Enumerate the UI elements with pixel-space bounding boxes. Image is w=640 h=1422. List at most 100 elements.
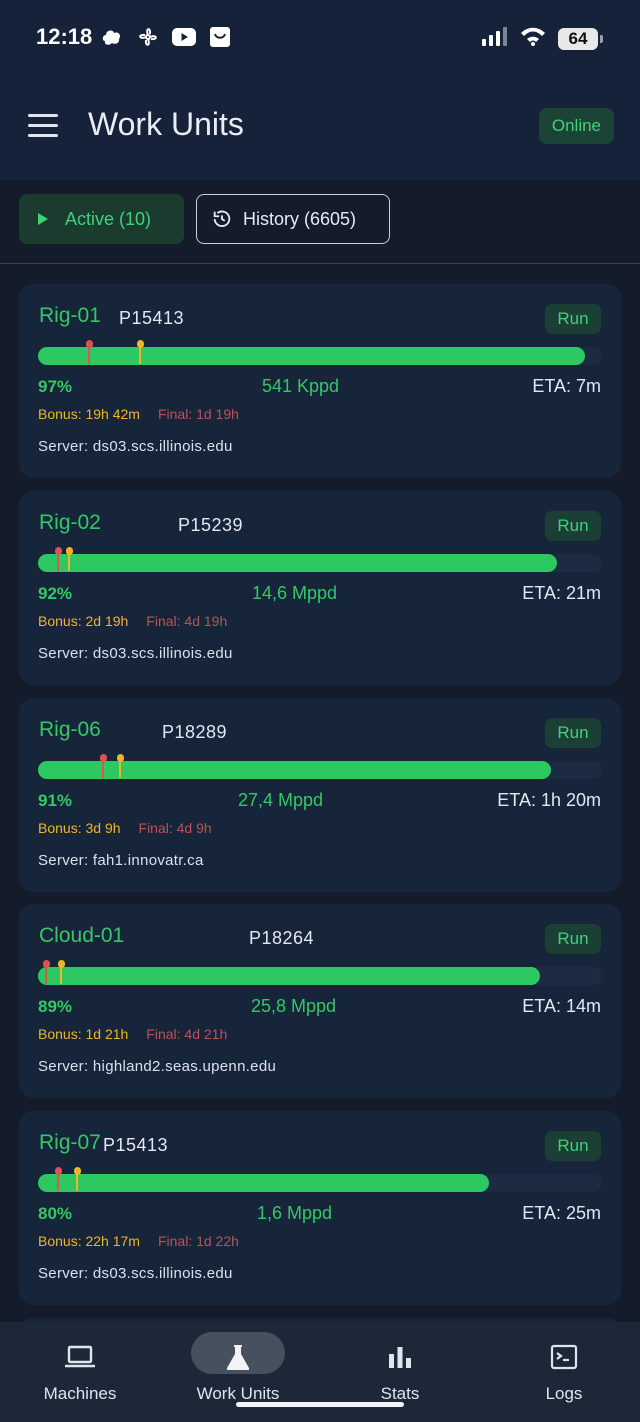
ppd-value: 1,6 Mppd — [257, 1203, 333, 1223]
hamburger-menu-icon[interactable] — [28, 114, 60, 138]
bonus-time: Bonus: 19h 42m — [38, 406, 140, 422]
bonus-deadline-marker — [136, 340, 144, 364]
tab-active-label: Active (10) — [65, 208, 152, 229]
progress-fill — [38, 347, 586, 365]
machine-name: Rig-07 — [39, 1131, 101, 1154]
work-unit-tabs: Active (10) History (6605) — [0, 180, 640, 264]
nav-item-machines[interactable]: Machines — [0, 1322, 160, 1422]
shopping-bag-icon — [208, 26, 232, 48]
nav-label: Logs — [545, 1384, 583, 1403]
final-deadline-marker — [99, 754, 107, 778]
state-badge: Run — [545, 924, 601, 954]
status-app-icons — [100, 26, 232, 48]
machine-name: Rig-06 — [39, 718, 101, 741]
nav-item-work-units[interactable]: Work Units — [158, 1322, 318, 1422]
laptop-icon — [60, 1340, 100, 1374]
progress-percent: 92% — [38, 584, 73, 603]
progress-bar — [38, 960, 602, 985]
bonus-time: Bonus: 1d 21h — [38, 1026, 129, 1042]
final-time: Final: 4d 21h — [146, 1026, 228, 1042]
final-deadline-marker — [54, 1167, 62, 1191]
final-deadline-marker — [54, 547, 62, 571]
eta-value: ETA: 21m — [522, 583, 601, 603]
project-id: P15413 — [103, 1135, 169, 1155]
work-unit-card[interactable]: Rig-01 P15413 Run 97% 541 Kppd ETA: 7m B… — [19, 284, 621, 478]
eta-value: ETA: 7m — [532, 376, 601, 396]
state-badge: Run — [545, 1131, 601, 1161]
deadline-row: Bonus: 3d 9h Final: 4d 9h — [38, 820, 212, 836]
state-badge: Run — [545, 304, 601, 334]
wifi-icon — [520, 26, 546, 51]
terminal-icon — [544, 1340, 584, 1374]
deadline-row: Bonus: 19h 42m Final: 1d 19h — [38, 406, 239, 422]
server-address: Server: highland2.seas.upenn.edu — [38, 1058, 277, 1075]
server-address: Server: ds03.scs.illinois.edu — [38, 645, 233, 662]
server-address: Server: ds03.scs.illinois.edu — [38, 438, 233, 455]
project-id: P18289 — [162, 722, 228, 742]
history-icon — [213, 210, 231, 228]
project-id: P18264 — [249, 928, 315, 948]
state-badge: Run — [545, 718, 601, 748]
nav-item-logs[interactable]: Logs — [484, 1322, 640, 1422]
deadline-row: Bonus: 22h 17m Final: 1d 22h — [38, 1233, 239, 1249]
ppd-value: 25,8 Mppd — [251, 996, 337, 1016]
bottom-navigation: Machines Work Units Stats Logs — [0, 1322, 640, 1422]
server-address: Server: fah1.innovatr.ca — [38, 852, 204, 869]
final-time: Final: 1d 19h — [157, 406, 239, 422]
progress-fill — [38, 554, 557, 572]
bonus-time: Bonus: 3d 9h — [38, 820, 121, 836]
nav-item-stats[interactable]: Stats — [320, 1322, 480, 1422]
nav-label: Stats — [380, 1384, 420, 1403]
status-bar: 12:18 64 — [0, 0, 640, 76]
ppd-value: 541 Kppd — [262, 376, 340, 396]
status-system-icons: 64 — [482, 26, 603, 51]
play-icon — [38, 213, 48, 225]
flask-icon — [218, 1340, 258, 1374]
eta-value: ETA: 1h 20m — [497, 790, 601, 810]
pinwheel-app-icon — [136, 26, 160, 48]
work-unit-card[interactable]: Cloud-01 P18264 Run 89% 25,8 Mppd ETA: 1… — [19, 904, 621, 1098]
tab-history-label: History (6605) — [243, 208, 357, 229]
connection-status-badge: Online — [538, 108, 614, 144]
youtube-icon — [172, 26, 196, 48]
final-time: Final: 4d 9h — [138, 820, 212, 836]
progress-bar — [38, 547, 602, 572]
home-indicator[interactable] — [236, 1402, 404, 1407]
progress-bar — [38, 340, 602, 365]
nav-label: Machines — [43, 1384, 117, 1403]
progress-bar — [38, 1167, 602, 1192]
deadline-row: Bonus: 1d 21h Final: 4d 21h — [38, 1026, 227, 1042]
deadline-row: Bonus: 2d 19h Final: 4d 19h — [38, 613, 227, 629]
bonus-time: Bonus: 22h 17m — [38, 1233, 140, 1249]
app-bar: Work Units Online — [0, 76, 640, 180]
eta-value: ETA: 25m — [522, 1203, 601, 1223]
tab-history[interactable]: History (6605) — [196, 194, 390, 244]
bonus-deadline-marker — [116, 754, 124, 778]
battery-icon: 64 — [558, 27, 603, 50]
bonus-deadline-marker — [66, 547, 74, 571]
eta-value: ETA: 14m — [522, 996, 601, 1016]
cellular-signal-icon — [482, 26, 508, 51]
server-address: Server: ds03.scs.illinois.edu — [38, 1265, 233, 1282]
progress-bar — [38, 754, 602, 779]
work-unit-card[interactable]: Rig-06 P18289 Run 91% 27,4 Mppd ETA: 1h … — [19, 698, 621, 892]
status-time: 12:18 — [36, 24, 93, 49]
final-time: Final: 4d 19h — [146, 613, 228, 629]
final-deadline-marker — [43, 960, 51, 984]
machine-name: Rig-01 — [39, 304, 101, 327]
work-unit-card[interactable]: Rig-07 P15413 Run 80% 1,6 Mppd ETA: 25m … — [19, 1111, 621, 1305]
bar-chart-icon — [380, 1340, 420, 1374]
progress-fill — [38, 761, 552, 779]
final-deadline-marker — [85, 340, 93, 364]
progress-percent: 89% — [38, 997, 73, 1016]
work-unit-card[interactable]: Rig-02 P15239 Run 92% 14,6 Mppd ETA: 21m… — [19, 491, 621, 685]
machine-name: Rig-02 — [39, 511, 101, 534]
bonus-time: Bonus: 2d 19h — [38, 613, 129, 629]
state-badge: Run — [545, 511, 601, 541]
page-title: Work Units — [88, 106, 244, 142]
cloud-app-icon — [100, 26, 124, 48]
progress-percent: 80% — [38, 1204, 73, 1223]
tab-active[interactable]: Active (10) — [19, 194, 184, 244]
bonus-deadline-marker — [57, 960, 65, 984]
ppd-value: 14,6 Mppd — [252, 583, 338, 603]
